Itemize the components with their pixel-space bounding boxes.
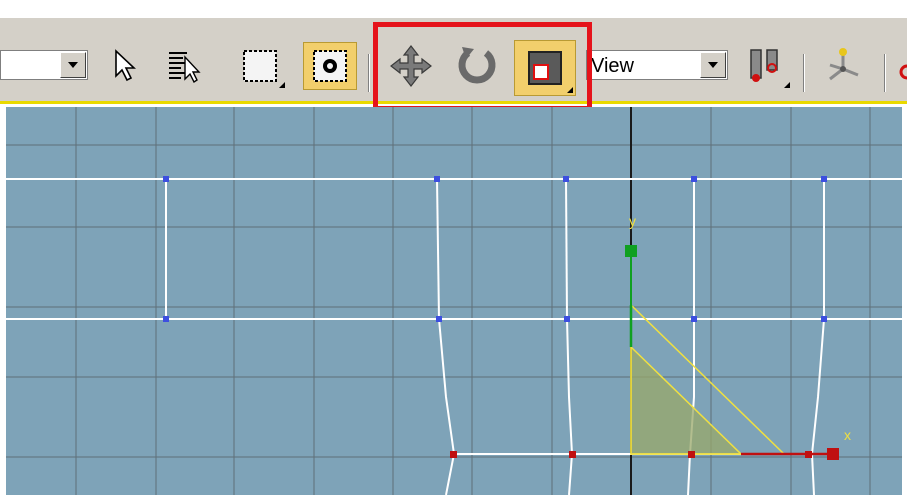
list-cursor-icon	[169, 52, 201, 84]
transform-tools-highlight-box	[373, 22, 592, 111]
title-strip	[0, 0, 907, 18]
window-crossing-toggle-button[interactable]	[303, 42, 357, 90]
spline-shape[interactable]	[6, 178, 902, 495]
dashed-rectangle-icon	[243, 50, 277, 82]
select-object-button[interactable]	[98, 42, 152, 90]
pivot-center-icon	[750, 49, 778, 82]
cursor-arrow-icon	[115, 49, 137, 82]
x-axis-label: x	[844, 427, 851, 443]
viewport-grid	[6, 107, 902, 495]
window-crossing-icon	[313, 50, 347, 82]
rectangular-selection-region-button[interactable]	[233, 42, 287, 90]
flyout-indicator-icon	[279, 82, 285, 88]
select-and-manipulate-button[interactable]	[816, 42, 870, 90]
partial-toolbar-button[interactable]	[896, 58, 907, 86]
viewport-border	[902, 107, 907, 495]
partial-red-icon	[899, 64, 907, 80]
select-by-name-button[interactable]	[158, 42, 212, 90]
chevron-down-icon[interactable]	[60, 52, 86, 78]
spline-vertices[interactable]	[163, 176, 827, 322]
y-axis-label: y	[629, 213, 636, 229]
reference-coordinate-value: View	[591, 55, 634, 77]
use-pivot-point-center-button[interactable]	[738, 42, 792, 90]
scale-gizmo[interactable]	[625, 245, 839, 460]
manipulate-gizmo-icon	[829, 48, 859, 81]
viewport[interactable]: y x	[6, 107, 902, 495]
toolbar-separator	[803, 54, 805, 92]
toolbar-separator	[884, 54, 886, 92]
viewport-canvas[interactable]	[6, 107, 902, 495]
chevron-down-icon[interactable]	[700, 52, 726, 78]
reference-coordinate-system-dropdown[interactable]: View	[586, 50, 728, 80]
toolbar-separator	[368, 54, 370, 92]
flyout-indicator-icon	[784, 82, 790, 88]
selection-filter-dropdown[interactable]	[0, 50, 88, 80]
